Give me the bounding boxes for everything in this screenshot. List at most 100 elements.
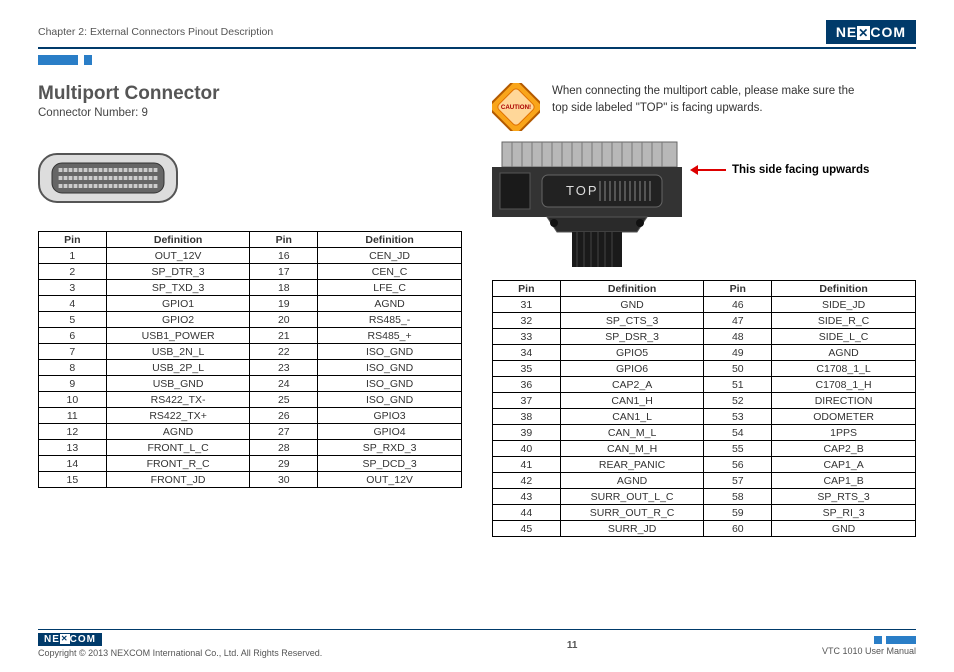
pin-cell: 44	[493, 505, 561, 521]
def-cell: RS422_TX-	[106, 392, 250, 408]
arrow-label: This side facing upwards	[732, 164, 869, 176]
table-row: 2SP_DTR_317CEN_C	[39, 264, 462, 280]
table-row: 39CAN_M_L541PPS	[493, 425, 916, 441]
pin-cell: 10	[39, 392, 107, 408]
pin-cell: 56	[704, 457, 772, 473]
def-cell: SURR_OUT_L_C	[560, 489, 704, 505]
table-row: 44SURR_OUT_R_C59SP_RI_3	[493, 505, 916, 521]
pin-cell: 39	[493, 425, 561, 441]
table-row: 13FRONT_L_C28SP_RXD_3	[39, 440, 462, 456]
nav-bar	[38, 55, 916, 65]
def-cell: SP_CTS_3	[560, 313, 704, 329]
def-cell: GPIO2	[106, 312, 250, 328]
pin-cell: 38	[493, 409, 561, 425]
def-cell: ISO_GND	[318, 344, 462, 360]
def-cell: GPIO1	[106, 296, 250, 312]
table-row: 38CAN1_L53ODOMETER	[493, 409, 916, 425]
def-cell: RS485_-	[318, 312, 462, 328]
table-row: 5GPIO220RS485_-	[39, 312, 462, 328]
pin-cell: 11	[39, 408, 107, 424]
def-cell: C1708_1_H	[772, 377, 916, 393]
table-row: 37CAN1_H52DIRECTION	[493, 393, 916, 409]
nav-forward-button[interactable]	[84, 55, 92, 65]
def-cell: SIDE_JD	[772, 297, 916, 313]
def-cell: AGND	[106, 424, 250, 440]
pin-cell: 34	[493, 345, 561, 361]
pin-cell: 29	[250, 456, 318, 472]
table-row: 10RS422_TX-25ISO_GND	[39, 392, 462, 408]
th-def: Definition	[560, 281, 704, 297]
manual-name: VTC 1010 User Manual	[822, 646, 916, 656]
pin-cell: 58	[704, 489, 772, 505]
pin-cell: 31	[493, 297, 561, 313]
def-cell: SP_RI_3	[772, 505, 916, 521]
pin-cell: 57	[704, 473, 772, 489]
th-pin: Pin	[704, 281, 772, 297]
pin-cell: 49	[704, 345, 772, 361]
pin-cell: 43	[493, 489, 561, 505]
pin-cell: 37	[493, 393, 561, 409]
pin-cell: 35	[493, 361, 561, 377]
pin-cell: 46	[704, 297, 772, 313]
def-cell: SP_DCD_3	[318, 456, 462, 472]
def-cell: SP_DSR_3	[560, 329, 704, 345]
def-cell: CEN_JD	[318, 248, 462, 264]
footer-brand-logo: NE✕COM	[38, 633, 102, 646]
footer-nav-back[interactable]	[874, 636, 882, 644]
pin-cell: 16	[250, 248, 318, 264]
pin-cell: 13	[39, 440, 107, 456]
def-cell: SP_RTS_3	[772, 489, 916, 505]
pin-cell: 28	[250, 440, 318, 456]
th-def: Definition	[318, 232, 462, 248]
th-pin: Pin	[493, 281, 561, 297]
pin-cell: 52	[704, 393, 772, 409]
chapter-title: Chapter 2: External Connectors Pinout De…	[38, 26, 273, 38]
page-footer: NE✕COM Copyright © 2013 NEXCOM Internati…	[38, 629, 916, 658]
pin-cell: 55	[704, 441, 772, 457]
def-cell: CAN_M_L	[560, 425, 704, 441]
def-cell: REAR_PANIC	[560, 457, 704, 473]
connector-number: Connector Number: 9	[38, 107, 462, 119]
def-cell: CAP2_B	[772, 441, 916, 457]
pin-cell: 17	[250, 264, 318, 280]
pin-cell: 9	[39, 376, 107, 392]
def-cell: ISO_GND	[318, 392, 462, 408]
right-column: CAUTION! When connecting the multiport c…	[492, 83, 916, 537]
def-cell: AGND	[560, 473, 704, 489]
def-cell: RS485_+	[318, 328, 462, 344]
brand-logo: NE✕COM	[826, 20, 916, 44]
nav-back-button[interactable]	[38, 55, 78, 65]
pin-cell: 5	[39, 312, 107, 328]
def-cell: ISO_GND	[318, 376, 462, 392]
def-cell: SIDE_L_C	[772, 329, 916, 345]
device-photo: TOP	[492, 137, 682, 272]
table-row: 3SP_TXD_318LFE_C	[39, 280, 462, 296]
pin-cell: 51	[704, 377, 772, 393]
svg-text:CAUTION!: CAUTION!	[501, 104, 531, 111]
def-cell: CEN_C	[318, 264, 462, 280]
svg-text:TOP: TOP	[566, 183, 599, 198]
def-cell: OUT_12V	[106, 248, 250, 264]
table-row: 1OUT_12V16CEN_JD	[39, 248, 462, 264]
pin-cell: 15	[39, 472, 107, 488]
th-def: Definition	[772, 281, 916, 297]
warning-text: When connecting the multiport cable, ple…	[552, 83, 854, 116]
def-cell: GND	[560, 297, 704, 313]
table-row: 14FRONT_R_C29SP_DCD_3	[39, 456, 462, 472]
def-cell: FRONT_L_C	[106, 440, 250, 456]
def-cell: FRONT_JD	[106, 472, 250, 488]
footer-nav-forward[interactable]	[886, 636, 916, 644]
def-cell: GPIO4	[318, 424, 462, 440]
def-cell: CAP1_B	[772, 473, 916, 489]
pin-cell: 6	[39, 328, 107, 344]
th-def: Definition	[106, 232, 250, 248]
def-cell: CAN1_H	[560, 393, 704, 409]
pin-cell: 14	[39, 456, 107, 472]
pin-cell: 1	[39, 248, 107, 264]
th-pin: Pin	[250, 232, 318, 248]
table-row: 6USB1_POWER21RS485_+	[39, 328, 462, 344]
pin-cell: 12	[39, 424, 107, 440]
def-cell: AGND	[318, 296, 462, 312]
def-cell: USB1_POWER	[106, 328, 250, 344]
caution-icon: CAUTION!	[492, 83, 540, 131]
